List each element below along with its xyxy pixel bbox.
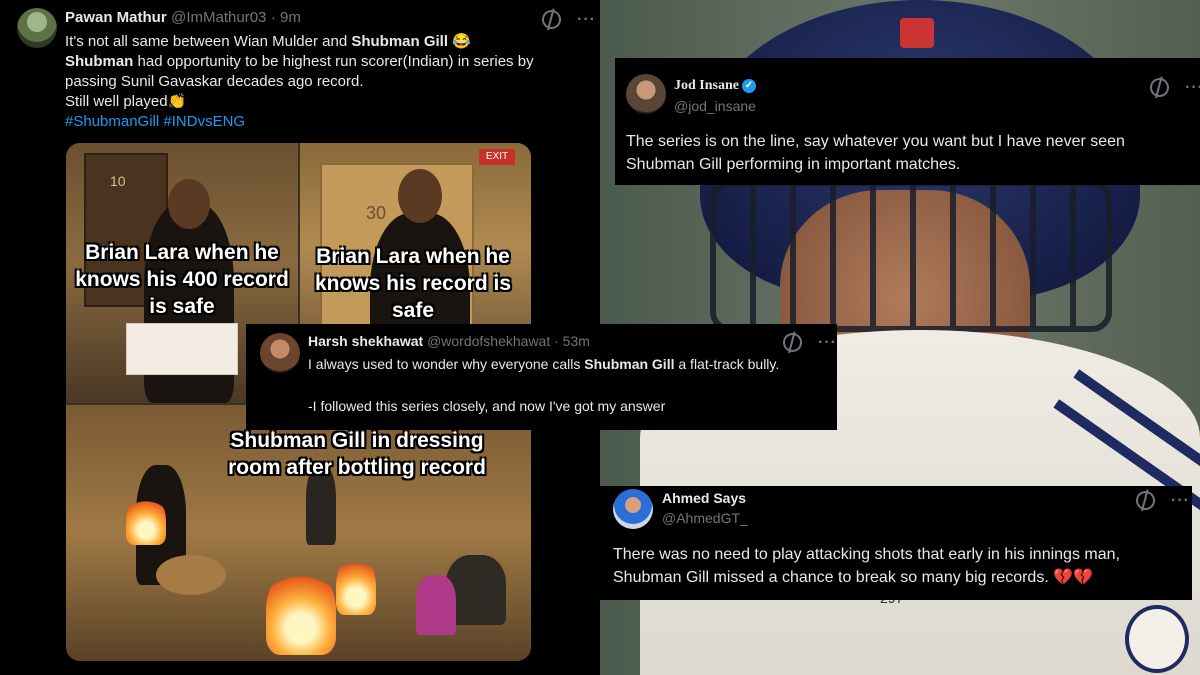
verified-icon: ✓ [741,79,756,93]
tweet-text-second: -I followed this series closely, and now… [308,398,666,414]
pizza-boxes [126,323,238,375]
tweet-jod[interactable]: Jod Insane✓ @jod_insane ··· The series i… [615,58,1200,185]
hashtag-link[interactable]: #ShubmanGill [65,113,159,130]
tweet-ahmed[interactable]: Ahmed Says @AhmedGT_ ··· There was no ne… [598,486,1192,600]
more-icon[interactable]: ··· [577,11,596,29]
grok-icon[interactable] [1146,74,1173,101]
avatar[interactable] [613,489,653,529]
tweet-text: There was no need to play attacking shot… [613,543,1183,589]
tweet-line1: It's not all same between Wian Mulder an… [65,33,352,50]
hashtag-link[interactable]: #INDvsENG [163,113,245,130]
door-number: 10 [110,173,126,189]
tweet-actions: ··· [1146,74,1200,101]
author-name[interactable]: Harsh shekhawat [308,333,423,349]
face [168,179,210,229]
grok-icon[interactable] [779,329,806,356]
tweet-text-post: a flat-track bully. [674,356,780,372]
mention-bold: Shubman Gill [351,33,449,50]
face [398,169,442,223]
mention-bold: Shubman Gill [584,356,675,372]
author-handle[interactable]: @wordofshekhawat [427,333,550,349]
tweet-harsh[interactable]: Harsh shekhawat @wordofshekhawat · 53m ·… [246,324,837,430]
person [416,575,456,635]
tweet-line3: Still well played👏 [65,93,187,110]
helmet-grill [710,180,1112,332]
avatar[interactable] [626,74,666,114]
more-icon[interactable]: ··· [818,334,837,352]
table [156,555,226,595]
author-handle[interactable]: @AhmedGT_ [662,510,748,526]
fire [266,565,336,655]
tweet-time[interactable]: · 9m [271,9,301,26]
emoji: 😂 [448,33,471,50]
more-icon[interactable]: ··· [1171,492,1190,510]
exit-sign: EXIT [479,149,515,165]
tweet-actions: ··· [538,6,596,33]
meme-caption-left: Brian Lara when he knows his 400 record … [75,241,289,318]
author-handle[interactable]: @ImMathur03 [171,9,266,26]
tweet-actions: ··· [1132,487,1190,514]
tweet-actions: ··· [779,329,837,356]
fire [126,495,166,545]
mention-bold: Shubman [65,53,134,70]
avatar[interactable] [260,333,300,373]
author-name[interactable]: Pawan Mathur [65,9,167,26]
helmet-badge [900,18,934,48]
tweet-text: It's not all same between Wian Mulder an… [65,32,585,132]
tweet-text-body: There was no need to play attacking shot… [613,546,1120,586]
tweet-text: I always used to wonder why everyone cal… [308,354,828,374]
tweet-header: Pawan Mathur @ImMathur03 · 9m [65,9,301,27]
author-name-row: Jod Insane ✓ [674,78,756,94]
meme-caption-right: Brian Lara when he knows his record is s… [314,245,512,322]
tweet-line2: had opportunity to be highest run scorer… [65,53,534,90]
author-handle[interactable]: @jod_insane [674,98,756,114]
tweet-text: The series is on the line, say whatever … [626,133,1125,173]
grok-icon[interactable] [538,6,565,33]
tweet-time[interactable]: · 53m [554,333,590,349]
more-icon[interactable]: ··· [1185,79,1200,97]
broken-heart-emoji: 💔💔 [1048,569,1094,586]
grok-icon[interactable] [1132,487,1159,514]
tweet-header: Harsh shekhawat @wordofshekhawat · 53m [308,333,590,349]
avatar[interactable] [17,8,57,48]
meme-caption-bottom: Shubman Gill in dressing room after bott… [228,429,486,479]
tweet-text-pre: I always used to wonder why everyone cal… [308,356,585,372]
door-number: 30 [366,203,387,223]
sponsor-logo [1125,605,1189,673]
fire [336,555,376,615]
author-name[interactable]: Ahmed Says [662,490,746,506]
author-name[interactable]: Jod Insane [674,78,739,93]
